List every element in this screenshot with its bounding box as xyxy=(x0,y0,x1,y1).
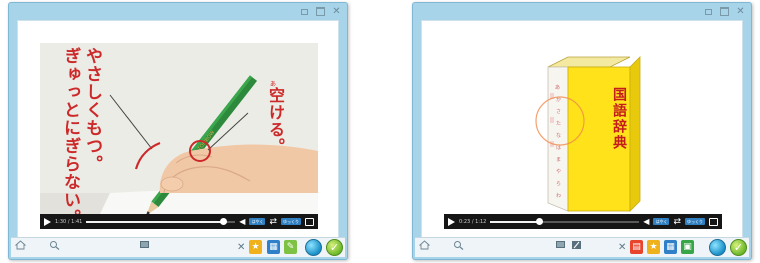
video-player[interactable]: あ か さ た な は ま や ら わ 国語辞典 0:23 / 1:12 ◀ は… xyxy=(444,43,722,229)
blackboard-icon xyxy=(556,241,565,248)
bottom-toolbar: ✕ ★ ▦ ✎ ✓ xyxy=(11,237,345,257)
zoom-icon xyxy=(454,241,464,250)
video-window-pencil: ✕ TOMBOW やさしくもつ。 ぎゅっとにぎらない。 空ける。 あ 1:30 … xyxy=(8,2,348,260)
home-button[interactable] xyxy=(419,240,430,250)
svg-text:ま: ま xyxy=(556,157,561,163)
caption-hold-gently: やさしくもつ。 xyxy=(82,47,102,173)
fullscreen-icon[interactable] xyxy=(709,217,718,226)
time-display: 1:30 / 1:41 xyxy=(55,218,83,225)
caption-ruby: あ xyxy=(270,81,277,88)
zoom-icon xyxy=(50,241,60,250)
home-icon xyxy=(15,240,26,250)
caption-leave-space: 空ける。 xyxy=(266,87,285,155)
svg-text:ら: ら xyxy=(556,181,561,187)
seek-handle[interactable] xyxy=(536,217,544,225)
bottom-toolbar: ✕ ▤ ★ ▦ ▣ ✓ xyxy=(415,237,749,257)
pen-button[interactable] xyxy=(571,240,582,250)
video-controls: 1:30 / 1:41 ◀ はやく ⇄ ゆっくり xyxy=(40,214,318,229)
dictionary-illustration: あ か さ た な は ま や ら わ xyxy=(444,43,722,214)
seek-bar[interactable] xyxy=(86,217,236,225)
zoom-button[interactable] xyxy=(49,240,60,250)
caption-do-not-grip: ぎゅっとにぎらない。 xyxy=(60,47,80,227)
tool-2-button[interactable]: ▦ xyxy=(267,240,280,254)
content-area: TOMBOW やさしくもつ。 ぎゅっとにぎらない。 空ける。 あ 1:30 / … xyxy=(17,20,339,238)
blackboard-button[interactable] xyxy=(139,240,150,250)
tool-1-button[interactable]: ★ xyxy=(647,240,660,254)
video-controls: 0:23 / 1:12 ◀ はやく ⇄ ゆっくり xyxy=(444,214,722,229)
tool-red-button[interactable]: ▤ xyxy=(630,240,643,254)
loop-icon[interactable]: ⇄ xyxy=(269,217,277,227)
book-title: 国語辞典 xyxy=(611,87,627,151)
blackboard-icon xyxy=(140,241,149,248)
check-icon[interactable]: ✓ xyxy=(730,239,747,256)
speed-fast-button[interactable]: はやく xyxy=(249,218,266,225)
close-tools-icon[interactable]: ✕ xyxy=(618,243,626,253)
restore-icon[interactable] xyxy=(300,7,309,16)
globe-icon[interactable] xyxy=(305,239,322,256)
svg-text:は: は xyxy=(556,145,561,151)
globe-icon[interactable] xyxy=(709,239,726,256)
fullscreen-icon[interactable] xyxy=(305,217,314,226)
window-controls: ✕ xyxy=(704,7,745,17)
speed-slow-button[interactable]: ゆっくり xyxy=(685,218,705,225)
tool-green-button[interactable]: ▣ xyxy=(681,240,694,254)
blackboard-button[interactable] xyxy=(555,240,566,250)
close-icon[interactable]: ✕ xyxy=(332,7,341,17)
svg-text:さ: さ xyxy=(556,108,561,115)
seek-progress xyxy=(490,220,540,223)
svg-text:た: た xyxy=(556,121,561,127)
home-icon xyxy=(419,240,430,250)
home-button[interactable] xyxy=(15,240,26,250)
window-controls: ✕ xyxy=(300,7,341,17)
loop-icon[interactable]: ⇄ xyxy=(673,217,681,227)
seek-handle[interactable] xyxy=(220,217,228,225)
close-icon[interactable]: ✕ xyxy=(736,7,745,17)
zoom-button[interactable] xyxy=(453,240,464,250)
tool-1-button[interactable]: ★ xyxy=(249,240,262,254)
speed-fast-button[interactable]: はやく xyxy=(653,218,670,225)
play-icon[interactable] xyxy=(448,217,455,226)
seek-bar[interactable] xyxy=(490,217,640,225)
seek-progress xyxy=(86,220,224,223)
pen-icon xyxy=(572,241,581,249)
content-area: あ か さ た な は ま や ら わ 国語辞典 0:23 / 1:12 ◀ は… xyxy=(421,20,743,238)
tool-2-button[interactable]: ▦ xyxy=(664,240,677,254)
restore-icon[interactable] xyxy=(704,7,713,16)
close-tools-icon[interactable]: ✕ xyxy=(237,243,245,253)
svg-text:や: や xyxy=(556,168,561,175)
volume-icon[interactable]: ◀ xyxy=(643,217,649,226)
video-player[interactable]: TOMBOW やさしくもつ。 ぎゅっとにぎらない。 空ける。 あ 1:30 / … xyxy=(40,43,318,229)
time-display: 0:23 / 1:12 xyxy=(459,218,487,225)
speed-slow-button[interactable]: ゆっくり xyxy=(281,218,301,225)
svg-text:な: な xyxy=(556,132,561,139)
play-icon[interactable] xyxy=(44,217,51,226)
tool-3-button[interactable]: ✎ xyxy=(284,240,297,254)
maximize-icon[interactable] xyxy=(316,7,325,16)
volume-icon[interactable]: ◀ xyxy=(239,217,245,226)
video-window-dictionary: ✕ あ か さ た な は ま や ら わ 国語辞典 0:23 / 1:12 ◀… xyxy=(412,2,752,260)
svg-text:わ: わ xyxy=(556,192,561,199)
svg-text:あ: あ xyxy=(555,85,560,91)
maximize-icon[interactable] xyxy=(720,7,729,16)
check-icon[interactable]: ✓ xyxy=(326,239,343,256)
